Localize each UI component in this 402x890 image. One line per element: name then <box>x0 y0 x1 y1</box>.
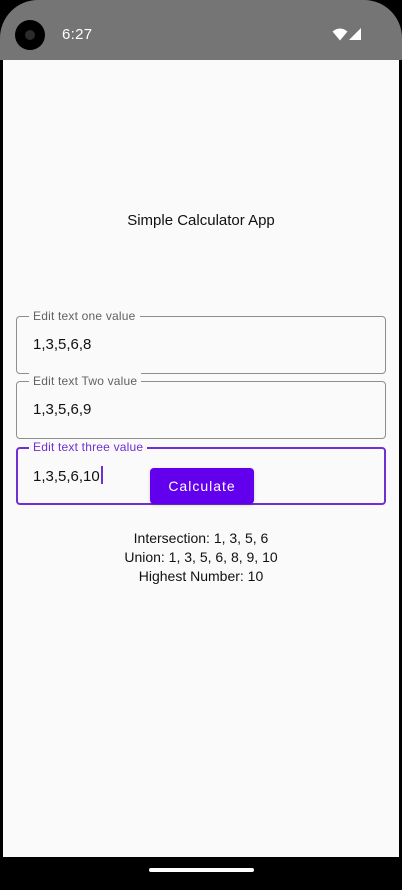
edit-text-three-label: Edit text three value <box>29 439 148 455</box>
edit-text-two-value: 1,3,5,6,9 <box>33 401 92 418</box>
edit-text-one-label: Edit text one value <box>29 308 140 324</box>
phone-screen: 6:27 Simple Calculator App Edit text one… <box>0 0 402 890</box>
status-bar: 6:27 <box>0 0 402 60</box>
edit-text-three-value-wrapper: 1,3,5,6,10 <box>33 466 103 487</box>
gesture-navigation-handle[interactable] <box>149 868 254 872</box>
camera-icon <box>15 20 45 50</box>
edit-text-two-label: Edit text Two value <box>29 373 142 389</box>
edit-text-one-field[interactable]: Edit text one value 1,3,5,6,8 <box>16 308 386 374</box>
wifi-icon <box>332 28 348 41</box>
results-block: Intersection: 1, 3, 5, 6 Union: 1, 3, 5,… <box>0 529 402 586</box>
app-title: Simple Calculator App <box>127 212 275 229</box>
intersection-result: Intersection: 1, 3, 5, 6 <box>133 530 269 546</box>
edit-text-one-value: 1,3,5,6,8 <box>33 336 92 353</box>
edit-text-two-field[interactable]: Edit text Two value 1,3,5,6,9 <box>16 373 386 439</box>
text-cursor <box>100 466 103 484</box>
highest-number-result: Highest Number: 10 <box>138 568 264 584</box>
signal-icon <box>349 28 361 40</box>
status-time: 6:27 <box>62 26 93 43</box>
union-result: Union: 1, 3, 5, 6, 8, 9, 10 <box>124 549 278 565</box>
edit-text-three-value: 1,3,5,6,10 <box>33 468 100 485</box>
calculate-button[interactable]: Calculate <box>150 468 254 504</box>
